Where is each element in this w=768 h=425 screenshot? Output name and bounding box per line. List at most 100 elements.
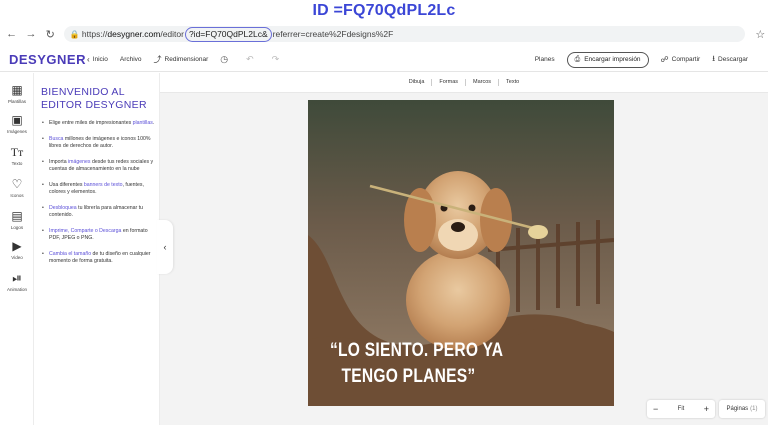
id-caption: ID =FQ70QdPL2Lc <box>312 2 456 19</box>
download-icon: ⭳ <box>712 53 716 63</box>
bullet-text: Usa diferentes <box>49 181 84 188</box>
text-icon: Tт <box>10 144 24 159</box>
list-item: Usa diferentes banners de texto, fuentes… <box>42 182 156 197</box>
bullet-link[interactable]: Desbloquea <box>49 205 77 211</box>
poster-quote[interactable]: “LO SIENTO. PERO YA TENGO PLANES” <box>330 338 543 390</box>
tab-marcos[interactable]: Marcos <box>466 79 500 86</box>
sidebar-label: Animation <box>6 287 27 292</box>
bullet-link[interactable]: imágenes <box>68 159 91 165</box>
tool-sidebar: ▦ Plantillas ▣ Imágenes Tт Texto ♡ Icono… <box>0 73 34 425</box>
pages-label: Páginas <box>726 406 749 412</box>
undo-icon[interactable]: ↶ <box>246 54 254 65</box>
bullet-text: Elige entre miles de impresionantes <box>49 120 133 126</box>
quote-line-2: TENGO PLANES” <box>341 366 476 387</box>
chevron-left-icon: ‹ <box>87 55 90 64</box>
resize-icon: ⤴ <box>153 55 162 64</box>
url-rest: referrer=create%2Fdesigns%2F <box>272 29 394 39</box>
inicio-link[interactable]: ‹ Inicio <box>87 55 108 64</box>
tab-dibuja[interactable]: Dibuja <box>402 79 433 86</box>
header-actions: Planes ⎙ Encargar impresión ☍ Compartir … <box>535 51 768 68</box>
sidebar-label: Video <box>11 255 23 260</box>
compartir-label: Compartir <box>671 56 701 63</box>
bullet-link[interactable]: Imprime, Comparte o Descarga <box>49 228 121 234</box>
tab-formas[interactable]: Formas <box>432 79 467 86</box>
bullet-text: millones de imágenes e iconos 100% libre… <box>49 135 151 150</box>
redo-icon[interactable]: ↷ <box>272 54 280 65</box>
list-item: Cambia el tamaño de tu diseño en cualqui… <box>42 251 156 266</box>
compartir-button[interactable]: ☍ Compartir <box>661 55 701 64</box>
panel-title: BIENVENIDO AL EDITOR DESYGNER <box>41 86 147 111</box>
bullet-link[interactable]: banners de texto <box>84 182 123 188</box>
design-poster[interactable]: “LO SIENTO. PERO YA TENGO PLANES” <box>308 100 614 406</box>
url-id-highlight: ?id=FQ70QdPL2Lc& <box>184 26 272 42</box>
sidebar-item-animation[interactable]: ⏯ Animation <box>0 270 34 293</box>
welcome-list: Elige entre miles de impresionantes plan… <box>42 120 156 274</box>
play-icon: ⏯ <box>12 270 22 285</box>
desygner-logo[interactable]: DESYGNER <box>9 52 87 67</box>
sidebar-label: Texto <box>11 161 23 166</box>
forward-arrow-icon[interactable]: → <box>23 26 38 42</box>
sidebar-label: Imágenes <box>7 129 27 134</box>
zoom-out-button[interactable]: − <box>653 404 658 414</box>
pages-button[interactable]: Páginas (1) <box>719 400 765 418</box>
list-item: Importa imágenes desde tus redes sociale… <box>42 159 156 174</box>
sidebar-item-iconos[interactable]: ♡ Iconos <box>0 177 34 198</box>
collapse-panel-button[interactable]: ‹ <box>157 220 173 274</box>
redimensionar-button[interactable]: ⤴ Redimensionar <box>154 54 209 65</box>
pages-count: (1) <box>750 406 758 412</box>
sidebar-item-plantillas[interactable]: ▦ Plantillas <box>0 83 34 104</box>
planes-label: Planes <box>534 56 555 63</box>
lock-icon: 🔒 <box>69 29 80 39</box>
share-icon: ☍ <box>660 55 669 64</box>
bullet-link[interactable]: Cambia el tamaño <box>49 251 91 257</box>
list-item: Imprime, Comparte o Descarga en formato … <box>42 228 156 243</box>
url-domain: desygner.com <box>107 29 161 39</box>
canvas-toolbar: Dibuja Formas Marcos Texto <box>160 73 768 93</box>
printer-icon: ⎙ <box>574 55 581 63</box>
templates-icon: ▦ <box>11 83 23 97</box>
archivo-label: Archivo <box>119 56 142 63</box>
address-bar[interactable]: 🔒 https://desygner.com/editor ?id=FQ70QdP… <box>63 26 745 42</box>
sidebar-label: Plantillas <box>7 99 26 104</box>
sidebar-item-video[interactable]: ▶ Video <box>0 239 34 260</box>
bullet-text: . <box>152 120 155 126</box>
descargar-label: Descargar <box>718 56 748 63</box>
url-path: /editor <box>160 29 184 39</box>
sidebar-item-imagenes[interactable]: ▣ Imágenes <box>0 113 34 134</box>
heart-icon: ♡ <box>11 177 23 191</box>
sidebar-label: Iconos <box>10 193 24 198</box>
history-icon[interactable]: ◷ <box>220 54 228 65</box>
browser-bar: ← → ↻ 🔒 https://desygner.com/editor ?id=F… <box>0 24 768 44</box>
back-arrow-icon[interactable]: ← <box>4 26 19 42</box>
sidebar-item-logos[interactable]: ▤ Logos <box>0 209 34 230</box>
tab-texto[interactable]: Texto <box>499 79 526 86</box>
bullet-link[interactable]: Busca <box>49 136 63 142</box>
list-item: Elige entre miles de impresionantes plan… <box>42 120 156 128</box>
welcome-panel: BIENVENIDO AL EDITOR DESYGNER Elige entr… <box>34 73 160 425</box>
list-item: Busca millones de imágenes e iconos 100%… <box>42 136 156 151</box>
video-icon: ▶ <box>12 239 22 253</box>
list-item: Desbloquea tu librería para almacenar tu… <box>42 205 156 220</box>
images-icon: ▣ <box>11 113 23 127</box>
bullet-text: Importa <box>49 158 69 165</box>
planes-link[interactable]: Planes <box>535 56 555 63</box>
canvas-area: Dibuja Formas Marcos Texto “LO SIENTO. P… <box>160 73 768 425</box>
encargar-label: Encargar impresión <box>584 56 641 63</box>
redimensionar-label: Redimensionar <box>164 56 209 63</box>
reload-icon[interactable]: ↻ <box>43 26 58 42</box>
bookmark-star-icon[interactable]: ☆ <box>753 26 768 42</box>
zoom-control: − Fit + <box>647 400 715 418</box>
zoom-in-button[interactable]: + <box>704 404 709 414</box>
inicio-label: Inicio <box>92 56 108 63</box>
zoom-fit-button[interactable]: Fit <box>678 406 685 412</box>
bullet-link[interactable]: plantillas <box>133 120 153 126</box>
app-root: ID =FQ70QdPL2Lc ← → ↻ 🔒 https://desygner… <box>0 0 768 425</box>
chevron-left-icon: ‹ <box>163 242 167 252</box>
quote-line-1: “LO SIENTO. PERO YA <box>330 340 504 361</box>
archivo-menu[interactable]: Archivo <box>120 56 142 63</box>
descargar-button[interactable]: ⭳ Descargar <box>712 53 748 67</box>
sidebar-item-texto[interactable]: Tт Texto <box>0 144 34 167</box>
briefcase-icon: ▤ <box>11 209 23 223</box>
app-header: DESYGNER ‹ Inicio Archivo ⤴ Redimensiona… <box>0 48 768 72</box>
encargar-impresion-button[interactable]: ⎙ Encargar impresión <box>566 51 649 68</box>
